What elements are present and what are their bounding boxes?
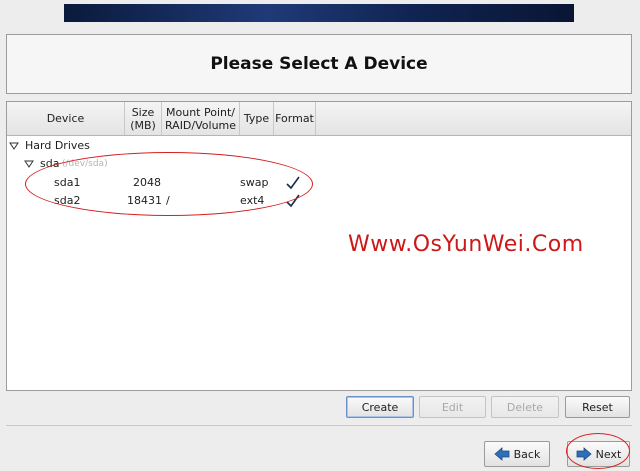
column-size-label: Size (MB) bbox=[130, 106, 156, 132]
tree-disk-sda[interactable]: sda (/dev/sda) bbox=[7, 155, 631, 173]
checkmark-icon bbox=[286, 176, 300, 190]
column-type[interactable]: Type bbox=[240, 102, 274, 135]
separator bbox=[6, 425, 632, 426]
delete-button-label: Delete bbox=[506, 400, 544, 414]
column-size[interactable]: Size (MB) bbox=[125, 102, 162, 135]
table-row[interactable]: sda1 2048 swap bbox=[7, 174, 631, 192]
table-row[interactable]: sda2 18431 / ext4 bbox=[7, 192, 631, 210]
edit-button[interactable]: Edit bbox=[419, 396, 486, 418]
partition-type: ext4 bbox=[240, 194, 265, 207]
triangle-down-icon[interactable] bbox=[24, 159, 34, 169]
column-mount-label: Mount Point/ RAID/Volume bbox=[165, 106, 236, 132]
watermark: Www.OsYunWei.Com bbox=[348, 232, 584, 257]
delete-button[interactable]: Delete bbox=[491, 396, 559, 418]
column-header-row: Device Size (MB) Mount Point/ RAID/Volum… bbox=[7, 102, 631, 136]
next-button[interactable]: Next bbox=[567, 441, 630, 467]
checkmark-icon bbox=[286, 194, 300, 208]
column-size-line2: (MB) bbox=[130, 118, 156, 132]
column-type-label: Type bbox=[243, 112, 270, 125]
column-format[interactable]: Format bbox=[274, 102, 316, 135]
column-size-line1: Size bbox=[131, 105, 155, 119]
arrow-left-icon bbox=[494, 447, 510, 461]
column-device-label: Device bbox=[46, 112, 85, 125]
partition-size: 18431 bbox=[127, 194, 162, 207]
triangle-down-icon[interactable] bbox=[9, 141, 19, 151]
title-panel: Please Select A Device bbox=[6, 34, 632, 94]
column-mount-line1: Mount Point/ bbox=[166, 105, 235, 119]
back-button[interactable]: Back bbox=[484, 441, 550, 467]
partition-type: swap bbox=[240, 176, 269, 189]
page-title: Please Select A Device bbox=[210, 54, 428, 74]
create-button[interactable]: Create bbox=[346, 396, 414, 418]
next-button-label: Next bbox=[595, 447, 622, 461]
column-format-label: Format bbox=[275, 112, 314, 125]
column-mount-line2: RAID/Volume bbox=[164, 118, 237, 132]
reset-button-label: Reset bbox=[582, 400, 613, 414]
partition-device: sda1 bbox=[54, 176, 81, 189]
partition-mount: / bbox=[166, 194, 170, 207]
tree-group-label: Hard Drives bbox=[25, 139, 90, 152]
partition-size: 2048 bbox=[133, 176, 161, 189]
arrow-right-icon bbox=[576, 447, 592, 461]
disk-name: sda bbox=[40, 157, 60, 170]
column-mount[interactable]: Mount Point/ RAID/Volume bbox=[162, 102, 240, 135]
create-button-label: Create bbox=[361, 400, 399, 414]
back-button-label: Back bbox=[513, 447, 541, 461]
reset-button[interactable]: Reset bbox=[565, 396, 630, 418]
partition-device: sda2 bbox=[54, 194, 81, 207]
disk-path: (/dev/sda) bbox=[62, 159, 108, 169]
tree-group-hard-drives[interactable]: Hard Drives bbox=[7, 137, 631, 155]
installer-banner bbox=[64, 4, 574, 22]
column-device[interactable]: Device bbox=[7, 102, 125, 135]
edit-button-label: Edit bbox=[441, 400, 464, 414]
